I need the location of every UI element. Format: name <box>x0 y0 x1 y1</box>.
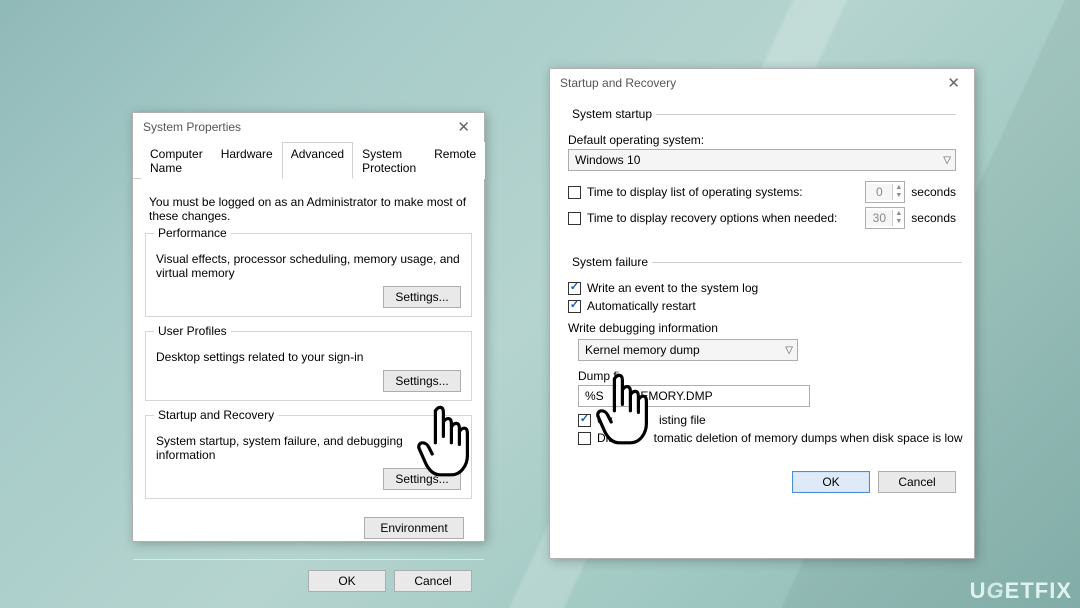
titlebar[interactable]: Startup and Recovery ✕ <box>550 69 974 97</box>
startup-recovery-dialog: Startup and Recovery ✕ System startup De… <box>549 68 975 559</box>
checkbox-icon <box>568 300 581 313</box>
user-profiles-settings-button[interactable]: Settings... <box>383 370 461 392</box>
system-startup-section: System startup Default operating system:… <box>568 107 956 233</box>
chevron-down-icon: ▽ <box>943 155 951 166</box>
write-debug-label: Write debugging information <box>568 321 962 335</box>
spinner-arrows-icon[interactable]: ▲▼ <box>892 210 904 226</box>
seconds-label: seconds <box>911 185 956 199</box>
tab-hardware[interactable]: Hardware <box>212 142 282 179</box>
overwrite-label: Ov isting file <box>597 413 706 427</box>
tab-remote[interactable]: Remote <box>425 142 485 179</box>
auto-restart-checkbox[interactable]: Automatically restart <box>568 299 696 313</box>
seconds-label: seconds <box>911 211 956 225</box>
close-icon[interactable]: ✕ <box>449 116 478 138</box>
write-event-checkbox[interactable]: Write an event to the system log <box>568 281 758 295</box>
close-icon[interactable]: ✕ <box>939 72 968 94</box>
advanced-pane: You must be logged on as an Administrato… <box>133 179 484 559</box>
time-list-label: Time to display list of operating system… <box>587 185 803 199</box>
spinner-arrows-icon[interactable]: ▲▼ <box>892 184 904 200</box>
time-recovery-spinner[interactable]: ▲▼ <box>865 207 905 229</box>
startup-recovery-desc: System startup, system failure, and debu… <box>156 434 461 462</box>
window-title: System Properties <box>143 120 241 134</box>
disable-auto-delete-checkbox[interactable]: Disabl tomatic deletion of memory dumps … <box>578 431 962 445</box>
checkbox-icon <box>578 432 591 445</box>
default-os-value: Windows 10 <box>575 153 640 167</box>
overwrite-checkbox[interactable]: Ov isting file <box>578 413 706 427</box>
system-failure-section: System failure Write an event to the sys… <box>568 255 962 449</box>
disable-auto-delete-label: Disabl tomatic deletion of memory dumps … <box>597 431 962 445</box>
performance-legend: Performance <box>154 226 231 240</box>
system-properties-dialog: System Properties ✕ Computer Name Hardwa… <box>132 112 485 542</box>
time-list-spinner[interactable]: ▲▼ <box>865 181 905 203</box>
cancel-button[interactable]: Cancel <box>878 471 956 493</box>
tab-computer-name[interactable]: Computer Name <box>141 142 212 179</box>
window-title: Startup and Recovery <box>560 76 676 90</box>
dump-type-select[interactable]: Kernel memory dump ▽ <box>578 339 798 361</box>
startup-recovery-settings-button[interactable]: Settings... <box>383 468 461 490</box>
environment-variables-button[interactable]: Environment <box>364 517 464 539</box>
ok-button[interactable]: OK <box>308 570 386 592</box>
system-startup-legend: System startup <box>568 107 656 121</box>
time-recovery-checkbox[interactable]: Time to display recovery options when ne… <box>568 211 837 225</box>
dump-file-input[interactable]: %S EMORY.DMP <box>578 385 810 407</box>
dump-type-value: Kernel memory dump <box>585 343 700 357</box>
ok-button[interactable]: OK <box>792 471 870 493</box>
checkbox-icon <box>568 212 581 225</box>
time-list-checkbox[interactable]: Time to display list of operating system… <box>568 185 803 199</box>
cancel-button[interactable]: Cancel <box>394 570 472 592</box>
tab-strip: Computer Name Hardware Advanced System P… <box>133 141 484 179</box>
dump-file-label: Dump fi <box>578 369 962 383</box>
performance-settings-button[interactable]: Settings... <box>383 286 461 308</box>
performance-desc: Visual effects, processor scheduling, me… <box>156 252 461 280</box>
admin-note: You must be logged on as an Administrato… <box>149 195 468 223</box>
user-profiles-desc: Desktop settings related to your sign-in <box>156 350 461 364</box>
checkbox-icon <box>568 186 581 199</box>
startup-recovery-group: Startup and Recovery System startup, sys… <box>145 415 472 499</box>
time-list-value[interactable] <box>866 184 892 200</box>
system-failure-legend: System failure <box>568 255 652 269</box>
user-profiles-group: User Profiles Desktop settings related t… <box>145 331 472 401</box>
default-os-label: Default operating system: <box>568 133 956 147</box>
dialog-footer: OK Cancel <box>133 559 484 602</box>
user-profiles-legend: User Profiles <box>154 324 231 338</box>
performance-group: Performance Visual effects, processor sc… <box>145 233 472 317</box>
default-os-select[interactable]: Windows 10 ▽ <box>568 149 956 171</box>
dialog-footer: OK Cancel <box>568 457 956 493</box>
auto-restart-label: Automatically restart <box>587 299 696 313</box>
chevron-down-icon: ▽ <box>785 345 793 356</box>
write-event-label: Write an event to the system log <box>587 281 758 295</box>
dump-file-value: %S EMORY.DMP <box>585 389 713 403</box>
time-recovery-label: Time to display recovery options when ne… <box>587 211 837 225</box>
checkbox-icon <box>568 282 581 295</box>
titlebar[interactable]: System Properties ✕ <box>133 113 484 141</box>
checkbox-icon <box>578 414 591 427</box>
watermark: UGETFIX <box>970 578 1072 604</box>
tab-system-protection[interactable]: System Protection <box>353 142 425 179</box>
startup-recovery-legend: Startup and Recovery <box>154 408 278 422</box>
time-recovery-value[interactable] <box>866 210 892 226</box>
tab-advanced[interactable]: Advanced <box>282 142 353 179</box>
